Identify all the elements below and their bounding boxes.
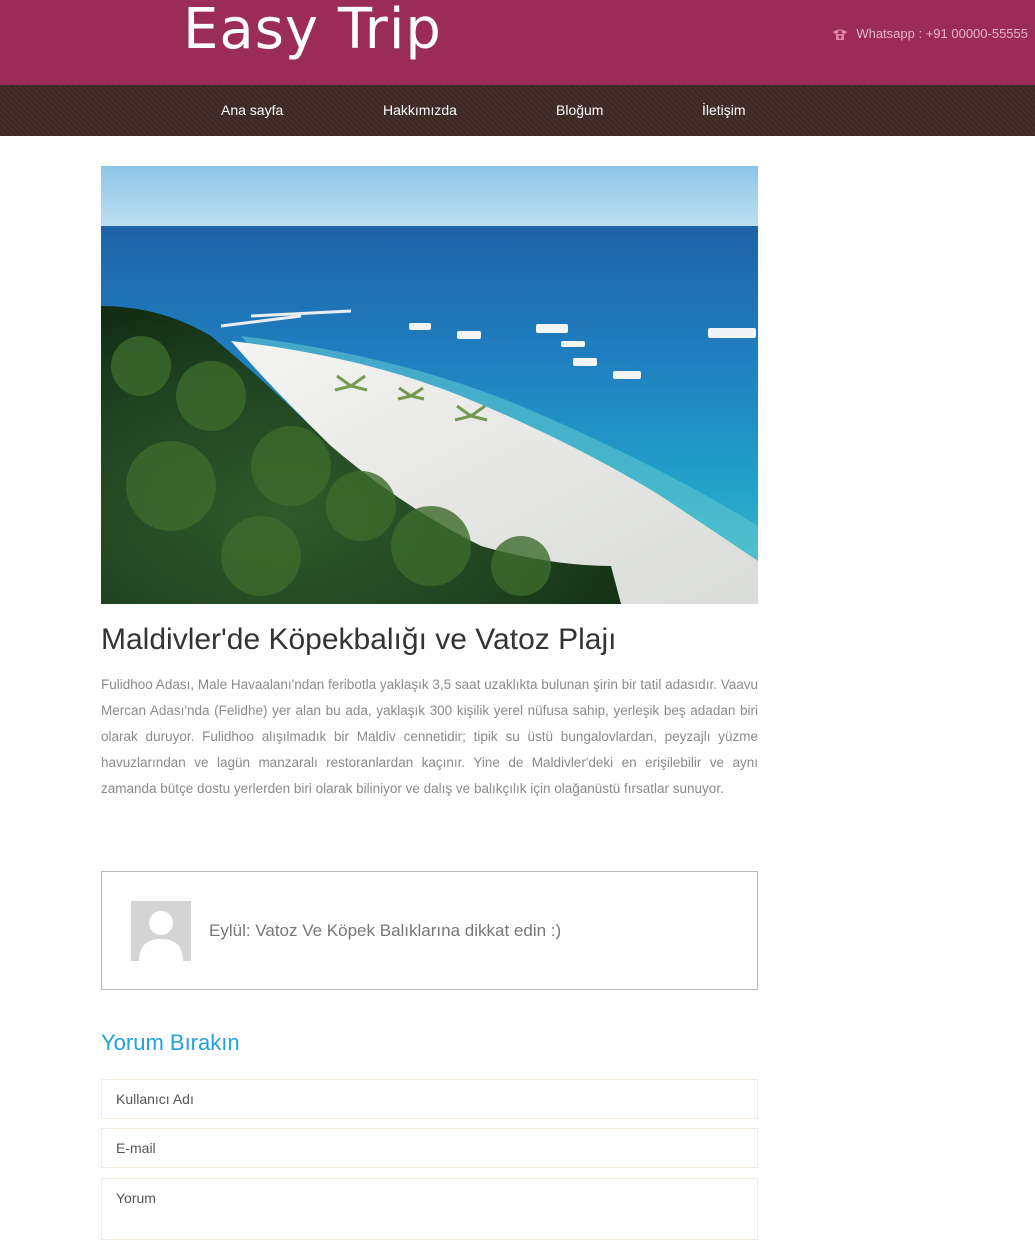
post-content: Maldivler'de Köpekbalığı ve Vatoz Plajı … — [101, 166, 758, 1240]
comment-text: Eylül: Vatoz Ve Köpek Balıklarına dikkat… — [209, 921, 562, 940]
phone-icon — [832, 27, 848, 41]
username-field[interactable] — [101, 1079, 758, 1119]
site-header: Easy Trip Whatsapp : +91 00000-55555 — [0, 0, 1035, 85]
leave-comment-title: Yorum Bırakın — [101, 1030, 240, 1055]
username-input[interactable] — [102, 1080, 757, 1118]
nav-item-contact[interactable]: İletişim — [702, 102, 746, 118]
post-body: Fulidhoo Adası, Male Havaalanı'ndan feri… — [101, 677, 758, 796]
whatsapp-contact: Whatsapp : +91 00000-55555 — [832, 26, 1028, 41]
email-input[interactable] — [102, 1129, 757, 1167]
email-field[interactable] — [101, 1128, 758, 1168]
nav-item-home[interactable]: Ana sayfa — [221, 102, 283, 118]
comment-field[interactable] — [101, 1178, 758, 1240]
comment-textarea[interactable] — [102, 1179, 757, 1239]
avatar-icon — [131, 901, 191, 961]
whatsapp-number: Whatsapp : +91 00000-55555 — [856, 26, 1028, 41]
comment-card: Eylül: Vatoz Ve Köpek Balıklarına dikkat… — [101, 871, 758, 990]
site-logo[interactable]: Easy Trip — [183, 0, 442, 62]
main-nav: Ana sayfa Hakkımızda Bloğum İletişim — [0, 85, 1035, 136]
nav-item-about[interactable]: Hakkımızda — [383, 102, 457, 118]
post-hero-image — [101, 166, 758, 604]
nav-item-blog[interactable]: Bloğum — [556, 102, 603, 118]
post-title: Maldivler'de Köpekbalığı ve Vatoz Plajı — [101, 623, 617, 656]
